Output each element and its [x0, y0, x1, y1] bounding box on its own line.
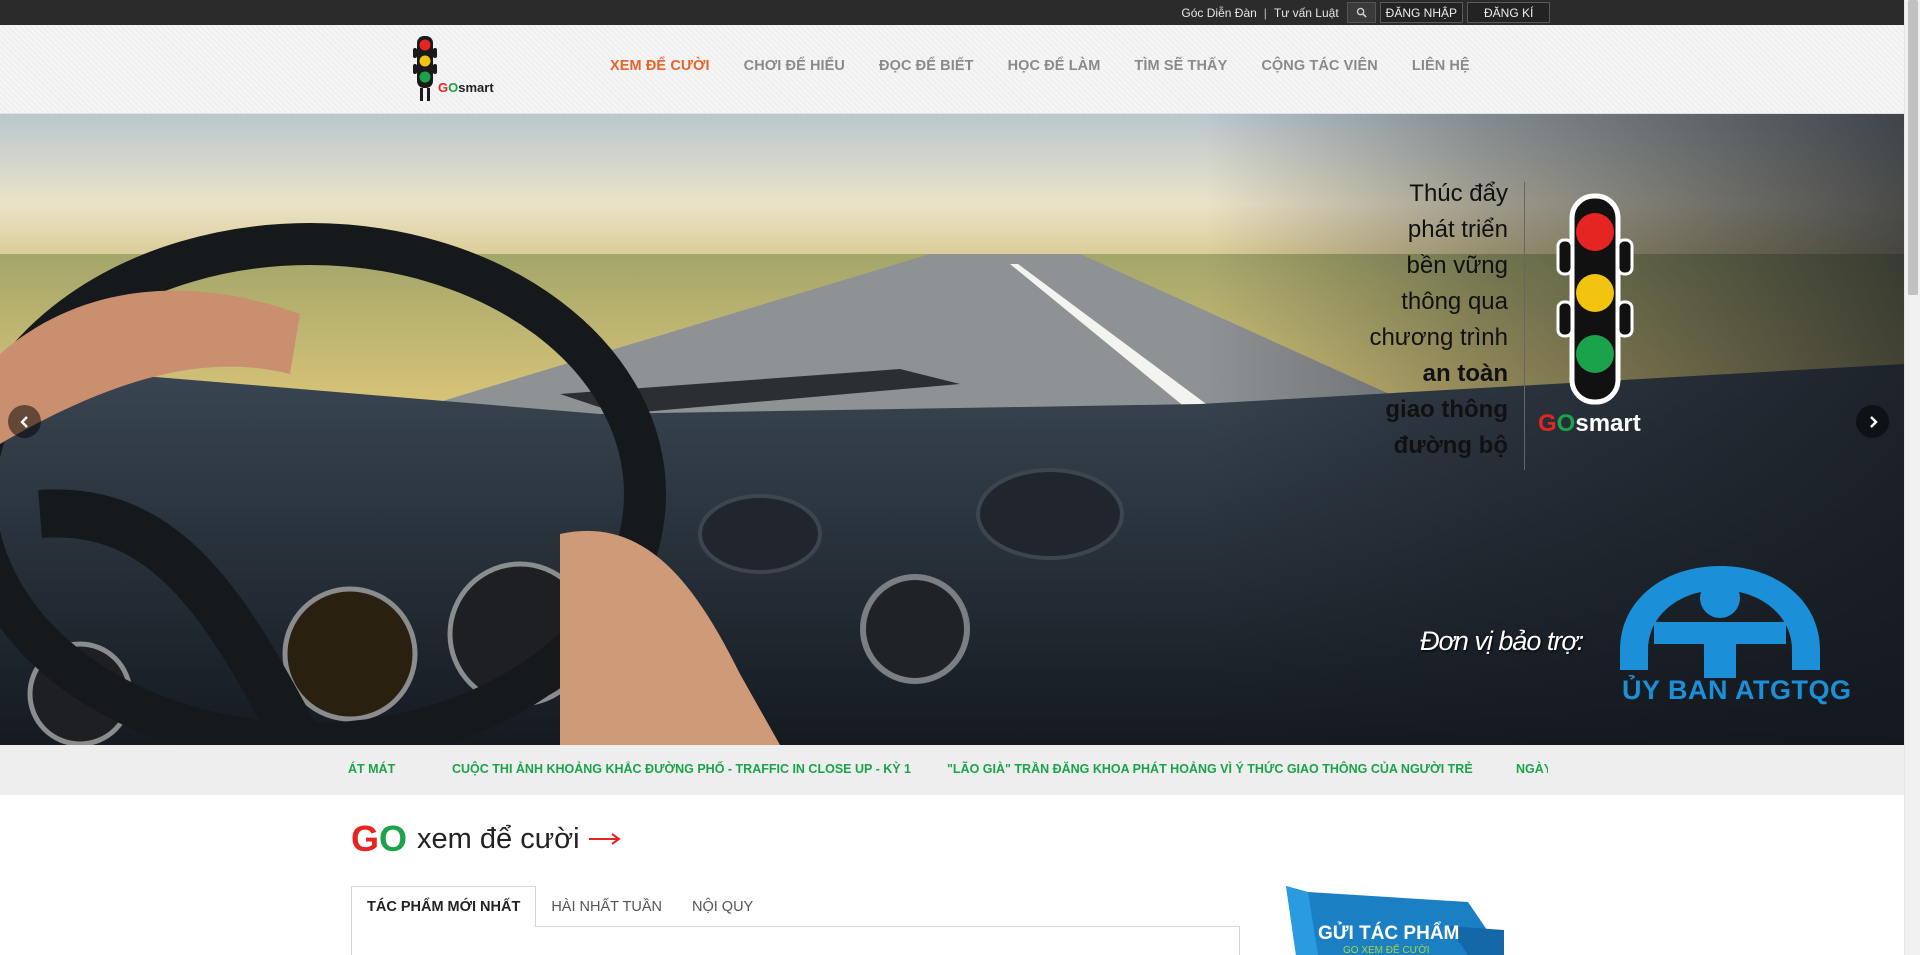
hero-slider: Thúc đẩy phát triển bền vững thông qua c… [0, 114, 1904, 745]
ticker-item[interactable]: "LÃO GIÀ" TRẦN ĐĂNG KHOA PHÁT HOẢNG VÌ Ý… [947, 762, 1473, 776]
tab-newest[interactable]: TÁC PHẨM MỚI NHẤT [351, 886, 537, 927]
hero-slogan: Thúc đẩy phát triển bền vững thông qua c… [1340, 176, 1508, 464]
search-icon [1356, 7, 1367, 18]
hero-prev-button[interactable] [8, 405, 41, 438]
slogan-line: an toàn [1422, 360, 1508, 387]
tab-funniest-week[interactable]: HÀI NHẤT TUẦN [536, 886, 677, 927]
ticker-track: ÁT MÁT CUỘC THI ẢNH KHOẢNG KHẮC ĐƯỜNG PH… [344, 745, 1548, 795]
news-ticker: ÁT MÁT CUỘC THI ẢNH KHOẢNG KHẮC ĐƯỜNG PH… [0, 745, 1904, 795]
nav-item-hoc-de-lam[interactable]: HỌC ĐỂ LÀM [1008, 58, 1101, 74]
chevron-left-icon [19, 415, 28, 428]
site-header: GOsmart XEM ĐỂ CƯỜI CHƠI ĐỂ HIỂU ĐỌC ĐỂ … [0, 25, 1904, 114]
tab-panel [351, 926, 1240, 955]
slogan-line: chương trình [1369, 324, 1508, 351]
top-bar-separator: | [1263, 5, 1267, 20]
logo-wordmark: GOsmart [438, 80, 494, 95]
sponsor-name: ỦY BAN ATGTQG [1622, 675, 1852, 705]
slogan-line: thông qua [1401, 288, 1508, 315]
slogan-line: đường bộ [1393, 432, 1508, 459]
top-bar: Góc Diễn Đàn | Tư vấn Luật ĐĂNG NHẬP ĐĂN… [0, 0, 1904, 25]
ticker-item[interactable]: NGÀY [1516, 762, 1548, 776]
content-tabs: TÁC PHẨM MỚI NHẤT HÀI NHẤT TUẦN NỘI QUY [351, 886, 1240, 955]
slogan-line: bền vững [1406, 252, 1508, 279]
tab-rules[interactable]: NỘI QUY [677, 886, 768, 927]
nav-item-choi-de-hieu[interactable]: CHƠI ĐỂ HIỂU [744, 58, 845, 74]
top-bar-links: Góc Diễn Đàn | Tư vấn Luật ĐĂNG NHẬP ĐĂN… [1181, 2, 1550, 23]
nav-item-lien-he[interactable]: LIÊN HỆ [1412, 58, 1470, 74]
submit-work-sublabel: GO XEM ĐỂ CƯỜI [1343, 945, 1430, 955]
hero-brand-wordmark: GOsmart [1538, 410, 1641, 437]
ticker-item[interactable]: ÁT MÁT [348, 762, 395, 776]
submit-work-label: GỬI TÁC PHẨM [1318, 923, 1460, 944]
site-logo[interactable]: GOsmart [410, 34, 502, 104]
login-button[interactable]: ĐĂNG NHẬP [1379, 2, 1463, 23]
nav-item-tim-se-thay[interactable]: TÌM SẼ THẤY [1134, 58, 1227, 74]
submit-work-button[interactable]: GỬI TÁC PHẨM GO XEM ĐỂ CƯỜI [1278, 886, 1504, 955]
section-title: G Oxem để cười [351, 818, 622, 860]
ticker-item[interactable]: CUỘC THI ẢNH KHOẢNG KHẮC ĐƯỜNG PHỐ - TRA… [452, 762, 911, 776]
sponsor-label: Đơn vị bảo trợ: [1420, 626, 1584, 656]
slogan-line: giao thông [1385, 396, 1508, 423]
tab-strip: TÁC PHẨM MỚI NHẤT HÀI NHẤT TUẦN NỘI QUY [351, 886, 768, 927]
page-scrollbar[interactable] [1904, 0, 1920, 955]
forum-link[interactable]: Góc Diễn Đàn [1181, 6, 1256, 20]
traffic-light-logo-icon [413, 36, 437, 101]
page: Góc Diễn Đàn | Tư vấn Luật ĐĂNG NHẬP ĐĂN… [0, 0, 1920, 955]
section-title-text: xem để cười [417, 822, 580, 855]
traffic-light-icon [1556, 193, 1634, 405]
nav-item-xem-de-cuoi[interactable]: XEM ĐỂ CƯỜI [610, 58, 710, 74]
slogan-line: Thúc đẩy [1409, 180, 1508, 207]
register-button[interactable]: ĐĂNG KÍ [1467, 2, 1550, 23]
chevron-right-icon [1869, 415, 1878, 428]
legal-advice-link[interactable]: Tư vấn Luật [1274, 6, 1339, 20]
slogan-line: phát triển [1407, 216, 1508, 243]
arrow-right-icon [588, 833, 621, 845]
scrollbar-thumb[interactable] [1908, 0, 1918, 295]
nav-item-doc-de-biet[interactable]: ĐỌC ĐỂ BIẾT [879, 58, 974, 74]
nav-item-cong-tac-vien[interactable]: CỘNG TÁC VIÊN [1261, 58, 1378, 74]
hero-divider [1524, 182, 1525, 470]
search-button[interactable] [1346, 2, 1376, 23]
main-nav: XEM ĐỂ CƯỜI CHƠI ĐỂ HIỂU ĐỌC ĐỂ BIẾT HỌC… [610, 58, 1504, 74]
hero-next-button[interactable] [1856, 405, 1889, 438]
